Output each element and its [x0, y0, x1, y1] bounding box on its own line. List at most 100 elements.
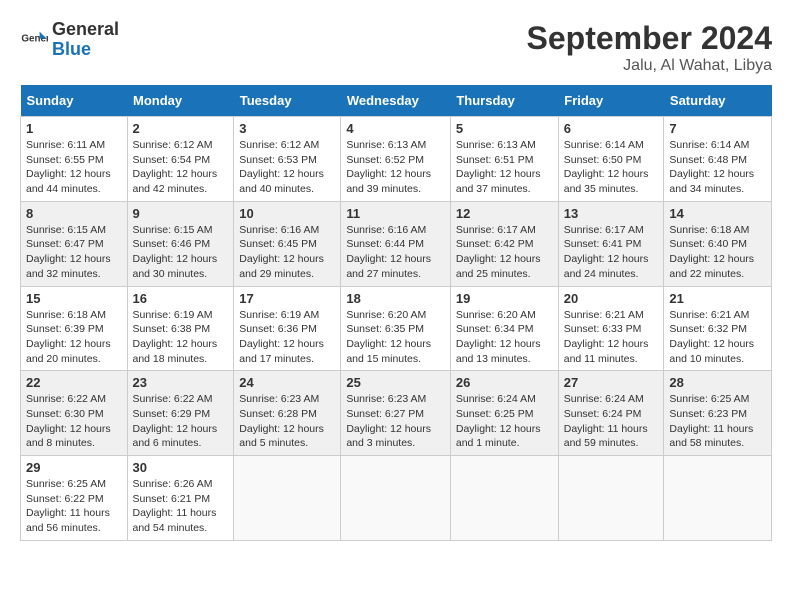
calendar-day-cell: 4 Sunrise: 6:13 AM Sunset: 6:52 PM Daylig… [341, 117, 451, 202]
day-info: Sunrise: 6:17 AM Sunset: 6:41 PM Dayligh… [564, 223, 659, 282]
calendar-day-cell: 11 Sunrise: 6:16 AM Sunset: 6:44 PM Dayli… [341, 201, 451, 286]
title-area: September 2024 Jalu, Al Wahat, Libya [527, 20, 772, 75]
day-number: 4 [346, 121, 445, 136]
calendar-day-cell: 18 Sunrise: 6:20 AM Sunset: 6:35 PM Dayli… [341, 286, 451, 371]
weekday-header: Wednesday [341, 85, 451, 117]
calendar-day-cell: 15Sunrise: 6:18 AM Sunset: 6:39 PM Dayli… [21, 286, 128, 371]
calendar-day-cell: 30Sunrise: 6:26 AM Sunset: 6:21 PM Dayli… [127, 456, 234, 541]
day-number: 23 [133, 375, 229, 390]
logo: General GeneralBlue [20, 20, 119, 60]
day-number: 24 [239, 375, 335, 390]
weekday-header: Friday [558, 85, 664, 117]
logo-icon: General [20, 26, 48, 54]
day-info: Sunrise: 6:19 AM Sunset: 6:36 PM Dayligh… [239, 308, 335, 367]
calendar-week-row: 8 Sunrise: 6:15 AM Sunset: 6:47 PM Daylig… [21, 201, 772, 286]
day-number: 10 [239, 206, 335, 221]
day-info: Sunrise: 6:25 AM Sunset: 6:22 PM Dayligh… [26, 477, 122, 536]
day-number: 17 [239, 291, 335, 306]
day-info: Sunrise: 6:13 AM Sunset: 6:52 PM Dayligh… [346, 138, 445, 197]
day-info: Sunrise: 6:21 AM Sunset: 6:33 PM Dayligh… [564, 308, 659, 367]
calendar-day-cell: 28 Sunrise: 6:25 AM Sunset: 6:23 PM Dayli… [664, 371, 772, 456]
calendar-day-cell: 1 Sunrise: 6:11 AM Sunset: 6:55 PM Daylig… [21, 117, 128, 202]
calendar-day-cell [341, 456, 451, 541]
calendar-week-row: 22Sunrise: 6:22 AM Sunset: 6:30 PM Dayli… [21, 371, 772, 456]
day-info: Sunrise: 6:25 AM Sunset: 6:23 PM Dayligh… [669, 392, 766, 451]
day-info: Sunrise: 6:12 AM Sunset: 6:54 PM Dayligh… [133, 138, 229, 197]
day-info: Sunrise: 6:22 AM Sunset: 6:29 PM Dayligh… [133, 392, 229, 451]
day-number: 11 [346, 206, 445, 221]
day-number: 1 [26, 121, 122, 136]
day-info: Sunrise: 6:24 AM Sunset: 6:25 PM Dayligh… [456, 392, 553, 451]
calendar-day-cell: 21Sunrise: 6:21 AM Sunset: 6:32 PM Dayli… [664, 286, 772, 371]
day-number: 12 [456, 206, 553, 221]
calendar-day-cell: 12 Sunrise: 6:17 AM Sunset: 6:42 PM Dayli… [450, 201, 558, 286]
day-info: Sunrise: 6:12 AM Sunset: 6:53 PM Dayligh… [239, 138, 335, 197]
calendar-day-cell: 6 Sunrise: 6:14 AM Sunset: 6:50 PM Daylig… [558, 117, 664, 202]
day-info: Sunrise: 6:15 AM Sunset: 6:47 PM Dayligh… [26, 223, 122, 282]
calendar-day-cell [450, 456, 558, 541]
day-number: 22 [26, 375, 122, 390]
day-number: 2 [133, 121, 229, 136]
day-number: 3 [239, 121, 335, 136]
calendar-day-cell: 24 Sunrise: 6:23 AM Sunset: 6:28 PM Dayli… [234, 371, 341, 456]
weekday-header: Tuesday [234, 85, 341, 117]
day-info: Sunrise: 6:16 AM Sunset: 6:45 PM Dayligh… [239, 223, 335, 282]
day-info: Sunrise: 6:11 AM Sunset: 6:55 PM Dayligh… [26, 138, 122, 197]
day-info: Sunrise: 6:23 AM Sunset: 6:27 PM Dayligh… [346, 392, 445, 451]
day-info: Sunrise: 6:16 AM Sunset: 6:44 PM Dayligh… [346, 223, 445, 282]
calendar-day-cell: 10 Sunrise: 6:16 AM Sunset: 6:45 PM Dayli… [234, 201, 341, 286]
day-number: 29 [26, 460, 122, 475]
calendar-day-cell: 17 Sunrise: 6:19 AM Sunset: 6:36 PM Dayli… [234, 286, 341, 371]
calendar-day-cell: 7Sunrise: 6:14 AM Sunset: 6:48 PM Daylig… [664, 117, 772, 202]
day-info: Sunrise: 6:20 AM Sunset: 6:35 PM Dayligh… [346, 308, 445, 367]
day-info: Sunrise: 6:21 AM Sunset: 6:32 PM Dayligh… [669, 308, 766, 367]
day-info: Sunrise: 6:14 AM Sunset: 6:50 PM Dayligh… [564, 138, 659, 197]
day-info: Sunrise: 6:20 AM Sunset: 6:34 PM Dayligh… [456, 308, 553, 367]
weekday-header: Sunday [21, 85, 128, 117]
day-number: 20 [564, 291, 659, 306]
day-number: 15 [26, 291, 122, 306]
calendar-day-cell: 25 Sunrise: 6:23 AM Sunset: 6:27 PM Dayli… [341, 371, 451, 456]
calendar-week-row: 15Sunrise: 6:18 AM Sunset: 6:39 PM Dayli… [21, 286, 772, 371]
calendar-day-cell: 29 Sunrise: 6:25 AM Sunset: 6:22 PM Dayli… [21, 456, 128, 541]
day-number: 30 [133, 460, 229, 475]
day-number: 25 [346, 375, 445, 390]
day-info: Sunrise: 6:13 AM Sunset: 6:51 PM Dayligh… [456, 138, 553, 197]
weekday-header: Thursday [450, 85, 558, 117]
day-number: 14 [669, 206, 766, 221]
day-number: 9 [133, 206, 229, 221]
day-number: 26 [456, 375, 553, 390]
day-number: 18 [346, 291, 445, 306]
calendar-day-cell: 23 Sunrise: 6:22 AM Sunset: 6:29 PM Dayli… [127, 371, 234, 456]
day-number: 28 [669, 375, 766, 390]
calendar-day-cell: 14Sunrise: 6:18 AM Sunset: 6:40 PM Dayli… [664, 201, 772, 286]
month-title: September 2024 [527, 20, 772, 57]
day-number: 8 [26, 206, 122, 221]
calendar-day-cell [664, 456, 772, 541]
calendar-day-cell: 27Sunrise: 6:24 AM Sunset: 6:24 PM Dayli… [558, 371, 664, 456]
location: Jalu, Al Wahat, Libya [527, 57, 772, 75]
day-info: Sunrise: 6:19 AM Sunset: 6:38 PM Dayligh… [133, 308, 229, 367]
calendar-table: SundayMondayTuesdayWednesdayThursdayFrid… [20, 85, 772, 541]
day-info: Sunrise: 6:23 AM Sunset: 6:28 PM Dayligh… [239, 392, 335, 451]
weekday-header-row: SundayMondayTuesdayWednesdayThursdayFrid… [21, 85, 772, 117]
calendar-day-cell: 20 Sunrise: 6:21 AM Sunset: 6:33 PM Dayli… [558, 286, 664, 371]
calendar-day-cell [234, 456, 341, 541]
day-info: Sunrise: 6:17 AM Sunset: 6:42 PM Dayligh… [456, 223, 553, 282]
day-number: 6 [564, 121, 659, 136]
day-number: 27 [564, 375, 659, 390]
page-header: General GeneralBlue September 2024 Jalu,… [20, 20, 772, 75]
calendar-day-cell: 3 Sunrise: 6:12 AM Sunset: 6:53 PM Daylig… [234, 117, 341, 202]
calendar-day-cell: 5 Sunrise: 6:13 AM Sunset: 6:51 PM Daylig… [450, 117, 558, 202]
calendar-week-row: 1 Sunrise: 6:11 AM Sunset: 6:55 PM Daylig… [21, 117, 772, 202]
day-number: 5 [456, 121, 553, 136]
calendar-day-cell [558, 456, 664, 541]
calendar-day-cell: 19 Sunrise: 6:20 AM Sunset: 6:34 PM Dayli… [450, 286, 558, 371]
calendar-day-cell: 26 Sunrise: 6:24 AM Sunset: 6:25 PM Dayli… [450, 371, 558, 456]
calendar-day-cell: 8 Sunrise: 6:15 AM Sunset: 6:47 PM Daylig… [21, 201, 128, 286]
day-info: Sunrise: 6:15 AM Sunset: 6:46 PM Dayligh… [133, 223, 229, 282]
day-info: Sunrise: 6:14 AM Sunset: 6:48 PM Dayligh… [669, 138, 766, 197]
day-number: 19 [456, 291, 553, 306]
calendar-week-row: 29 Sunrise: 6:25 AM Sunset: 6:22 PM Dayli… [21, 456, 772, 541]
day-number: 13 [564, 206, 659, 221]
